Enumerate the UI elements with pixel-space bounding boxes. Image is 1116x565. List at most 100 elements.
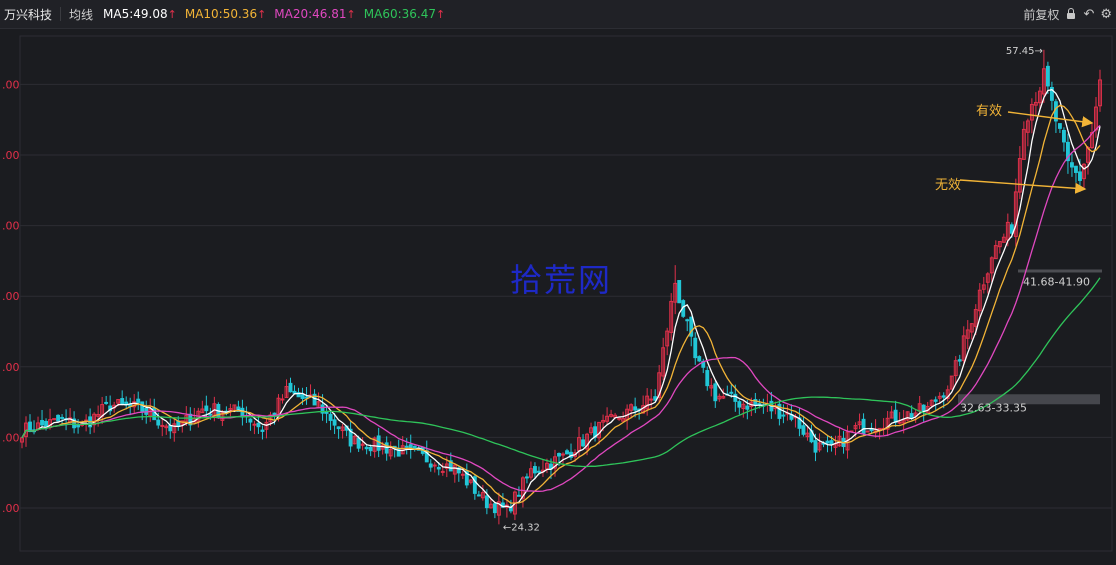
candle-body [1045,65,1050,87]
indicator-mode-button[interactable]: 均线 [69,6,93,23]
candle-body [941,395,946,398]
candlestick-chart[interactable]: .00 .00 .00 .00 .00 .00 .00 32.63-33.35 41.68-4… [0,29,1116,561]
candle-body [436,466,441,470]
candle-body [617,417,622,420]
candle-body [168,424,173,432]
zone-label-41-68: 41.68-41.90 [1023,275,1090,288]
candle-body [476,494,481,497]
candle-body [957,359,962,362]
arrow-label-ineffective: 无效 [935,178,961,193]
candle-body [492,503,497,514]
candle-body [781,414,786,417]
candle-body [1061,129,1066,143]
candle-body [909,413,914,418]
candle-body [336,426,341,430]
toolbar-right: 前复权 ↶ ⚙ [1023,0,1112,28]
adjust-mode-button[interactable]: 前复权 [1023,6,1059,23]
candle-body [1074,165,1078,173]
zone-label-32-63: 32.63-33.35 [960,401,1027,414]
candle-body [801,425,806,435]
candle-body [524,476,529,479]
candle-body [484,495,489,509]
candle-body [705,370,710,387]
candle-body [861,418,866,435]
candle-body [697,356,702,362]
ma10-legend: MA10:50.36↑ [185,7,266,21]
candle-body [56,414,61,422]
candle-body [533,466,537,474]
candle-body [260,429,265,432]
undo-icon[interactable]: ↶ [1083,7,1094,22]
candle-body [40,420,44,426]
ma5-up-arrow-icon: ↑ [167,8,177,21]
candle-body [557,453,561,457]
candle-body [685,319,690,322]
toolbar: 万兴科技 均线 MA5:49.08↑ MA10:50.36↑ MA20:46.8… [0,0,1116,29]
ma5-legend: MA5:49.08↑ [103,7,177,21]
candle-body [156,419,161,426]
ma60-legend: MA60:36.47↑ [364,7,445,21]
stock-name: 万兴科技 [4,7,53,22]
candle-body [877,427,882,430]
candle-body [865,430,870,433]
candle-body [565,450,569,455]
candle-body [76,424,81,428]
candle-body [356,437,361,449]
candle-body [460,473,465,476]
ma60-up-arrow-icon: ↑ [435,8,446,21]
chart-area[interactable]: .00 .00 .00 .00 .00 .00 .00 32.63-33.35 41.68-4… [0,29,1116,561]
candle-body [376,435,381,451]
y-tick-label: .00 [2,361,20,374]
candle-body [368,446,373,452]
watermark-text: 拾荒网 [510,261,612,299]
candle-body [160,424,165,427]
candle-body [300,394,305,399]
candle-body [404,445,409,448]
candle-body [825,440,830,444]
candle-body [204,405,209,412]
candle-body [933,399,938,402]
y-tick-label: .00 [2,149,20,162]
candle-body [256,422,261,428]
candle-body [288,382,293,393]
candle-body [432,464,437,467]
candle-body [537,470,541,473]
candle-body [328,413,333,421]
ma5-value: MA5:49.08 [103,7,168,21]
candle-body [440,470,445,473]
candle-body [677,280,682,304]
candle-body [737,401,742,408]
candle-body [136,398,141,403]
candle-body [428,463,433,468]
y-tick-label: .00 [2,502,20,515]
candle-body [120,398,125,405]
candle-body [252,423,257,426]
candle-body [713,383,718,402]
settings-icon[interactable]: ⚙ [1100,7,1112,22]
candle-body [104,401,109,404]
candle-body [280,398,285,401]
lock-icon[interactable] [1065,8,1077,20]
candle-body [292,390,297,394]
y-tick-label: .00 [2,431,20,444]
ma20-legend: MA20:46.81↑ [274,7,355,21]
y-tick-label: .00 [2,290,20,303]
arrow-label-effective: 有效 [976,104,1002,119]
ma20-value: MA20:46.81 [274,7,347,21]
candle-body [813,440,818,453]
candle-body [272,412,277,416]
candle-body [897,421,902,424]
ma10-up-arrow-icon: ↑ [257,8,267,21]
zone-41-68 [1018,269,1102,273]
low-price-label: ←24.32 [503,523,540,534]
candle-body [633,406,638,411]
high-price-label: 57.45→ [1006,46,1043,57]
y-tick-label: .00 [2,78,20,91]
candle-body [729,391,734,394]
candle-body [1057,123,1062,129]
candle-body [248,418,253,423]
candle-body [829,440,834,445]
ma60-value: MA60:36.47 [363,7,436,21]
candle-body [561,453,565,456]
y-tick-label: .00 [2,220,20,233]
